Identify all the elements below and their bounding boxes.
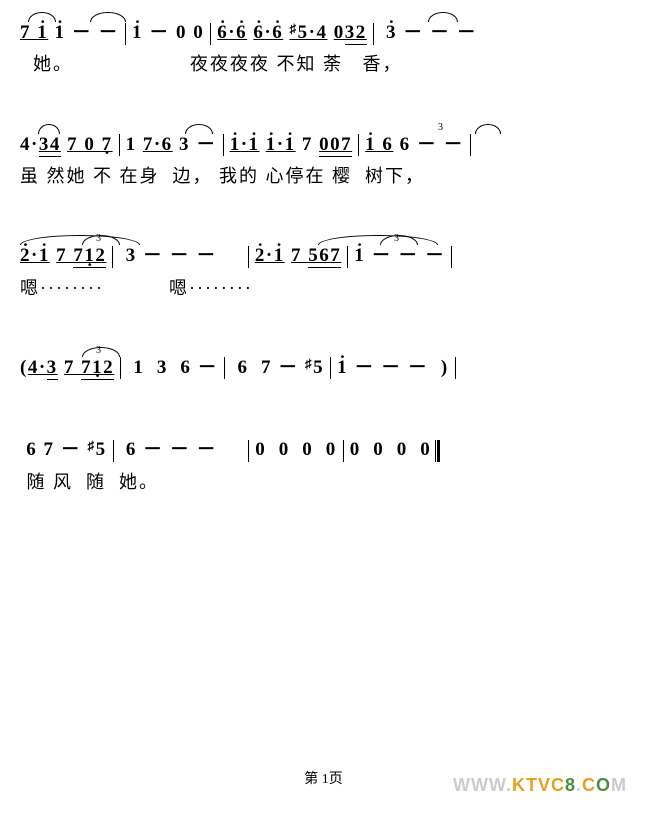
music-sheet: 7 1 1 － －1 － 0 06·6 6·6 ♯5·4 032 3 － － －…: [20, 18, 627, 495]
notation-row: 6 7 － ♯5 6 － － － 0 0 0 00 0 0 0: [20, 435, 627, 465]
notation-row: 2·1 7 712 3 － － － 2·1 7 5671 － － －: [20, 241, 627, 271]
slur-mark: [475, 124, 501, 134]
slur-mark: [38, 124, 60, 134]
lyrics-row: 她。 夜夜夜夜 不知 荼 香，: [20, 52, 627, 77]
watermark-segment: C: [582, 775, 596, 795]
watermark-segment: M: [611, 775, 627, 795]
slur-mark: [82, 347, 120, 357]
watermark-segment: WWW: [453, 775, 506, 795]
notation-row: (4·3 7 712 1 3 6 － 6 7 － ♯51 － － － ): [20, 353, 627, 383]
lyrics-row: 虽 然她 不 在身 边， 我的 心停在 樱 树下，: [20, 164, 627, 189]
triplet-mark: 3: [438, 122, 443, 133]
notation-row: 7 1 1 － －1 － 0 06·6 6·6 ♯5·4 032 3 － － －: [20, 18, 627, 48]
slur-mark: [318, 235, 438, 245]
watermark: WWW.KTVC8.COM: [453, 775, 627, 796]
watermark-segment: O: [596, 775, 611, 795]
notation-row: 4·34 7 0 71 7·6 3 －1·1 1·1 7 0071 6 6 － …: [20, 130, 627, 160]
music-line: 4·34 7 0 71 7·6 3 －1·1 1·1 7 0071 6 6 － …: [20, 130, 627, 190]
lyrics-row: 嗯········ 嗯········: [20, 276, 627, 301]
page-number: 第 1页: [304, 768, 343, 788]
triplet-mark: 3: [96, 233, 101, 244]
watermark-segment: KTVC: [512, 775, 565, 795]
triplet-mark: 3: [96, 345, 101, 356]
slur-mark: [428, 12, 458, 22]
music-line: 6 7 － ♯5 6 － － － 0 0 0 00 0 0 0 随 风 随 她。: [20, 435, 627, 495]
slur-mark: [185, 124, 213, 134]
music-line: 7 1 1 － －1 － 0 06·6 6·6 ♯5·4 032 3 － － －…: [20, 18, 627, 78]
slur-mark: [20, 235, 140, 245]
triplet-mark: 3: [394, 233, 399, 244]
slur-mark: [28, 12, 56, 22]
lyrics-row: 随 风 随 她。: [20, 470, 627, 495]
music-line: 2·1 7 712 3 － － － 2·1 7 5671 － － －33嗯···…: [20, 241, 627, 301]
watermark-segment: 8: [565, 775, 576, 795]
music-line: (4·3 7 712 1 3 6 － 6 7 － ♯51 － － － )3: [20, 353, 627, 383]
slur-mark: [90, 12, 126, 22]
